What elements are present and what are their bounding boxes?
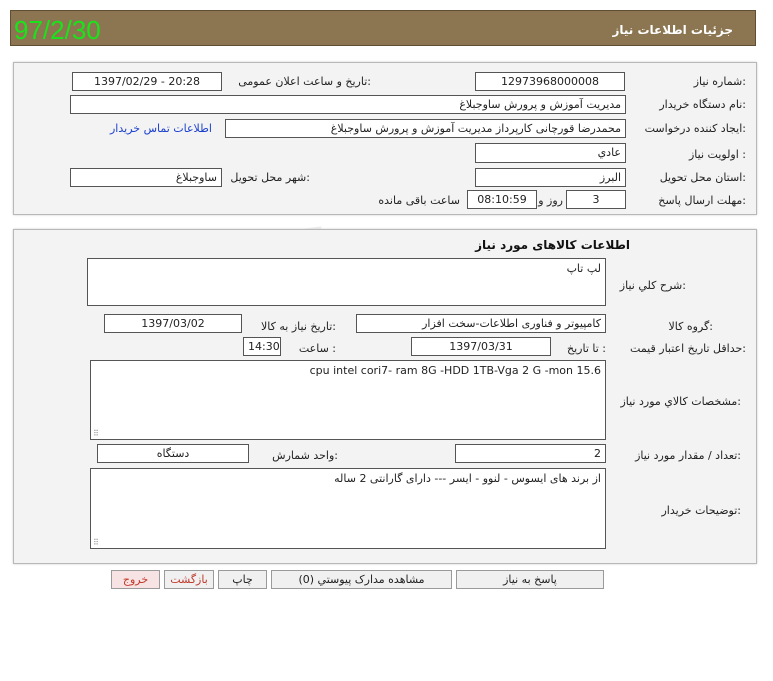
unit-field: دستگاه [97,444,249,463]
attachments-button[interactable]: مشاهده مدارک پیوستي (0) [271,570,452,589]
specs-label: مشخصات کالاي مورد نیاز: [620,395,741,408]
city-field: ساوجبلاغ [70,168,222,187]
buyer-field: مدیریت آموزش و پرورش ساوجبلاغ [70,95,626,114]
desc-text: لپ تاپ [566,262,601,275]
need-date-label: تاریخ نیاز به کالا: [261,320,336,333]
unit-label: واحد شمارش: [272,449,338,462]
page-title: جزئیات اطلاعات نیاز [612,23,733,37]
desc-field: لپ تاپ [87,258,606,306]
priority-field: عادي [475,143,626,163]
creator-field: محمدرضا قورچانی کارپرداز مدیریت آموزش و … [225,119,626,138]
until-date-field: 1397/03/31 [411,337,551,356]
time-remaining-field: 08:10:59 [467,190,537,209]
header-date-stamp: 97/2/30 [14,15,101,45]
group-field: کامپیوتر و فناوری اطلاعات-سخت افزار [356,314,606,333]
days-unit-label: روز و [538,194,563,207]
need-number-field: 12973968000008 [475,72,625,91]
resize-grip-icon: ⠿ [93,538,99,547]
specs-field: cpu intel cori7- ram 8G -HDD 1TB-Vga 2 G… [90,360,606,440]
need-number-label: شماره نیاز: [693,75,746,88]
qty-label: تعداد / مقدار مورد نیاز: [635,449,741,462]
days-field: 3 [566,190,626,209]
hour-field: 14:30 [243,337,281,356]
creator-label: ایجاد کننده درخواست: [644,122,746,135]
resize-grip-icon: ⠿ [93,429,99,438]
exit-button[interactable]: خروج [111,570,160,589]
page-header: 97/2/30 جزئیات اطلاعات نیاز [10,10,756,46]
announce-field: 1397/02/29 - 20:28 [72,72,222,91]
reply-button[interactable]: پاسخ به نیاز [456,570,604,589]
city-label: شهر محل تحویل: [230,171,310,184]
qty-field: 2 [455,444,606,463]
priority-label: اولویت نیاز : [688,148,746,161]
buyer-notes-text: از برند های ایسوس - لنوو - ایسر --- دارا… [334,472,601,485]
time-unit-label: ساعت باقی مانده [378,194,460,207]
specs-text: cpu intel cori7- ram 8G -HDD 1TB-Vga 2 G… [309,364,601,377]
validity-label: حداقل تاریخ اعتبار قیمت: [630,342,746,355]
need-date-field: 1397/03/02 [104,314,242,333]
desc-label: شرح کلي نیاز: [619,279,686,292]
goods-section-title: اطلاعات کالاهای مورد نیاز [475,238,630,252]
province-field: البرز [475,168,626,187]
back-button[interactable]: بازگشت [164,570,214,589]
hour-label: ساعت : [298,342,336,355]
buyer-label: نام دستگاه خریدار: [659,98,746,111]
province-label: استان محل تحویل: [659,171,746,184]
announce-label: تاریخ و ساعت اعلان عمومی: [238,75,371,88]
buyer-notes-field: از برند های ایسوس - لنوو - ایسر --- دارا… [90,468,606,549]
until-date-label: تا تاریخ : [567,342,606,355]
deadline-label: مهلت ارسال پاسخ: [658,194,746,207]
buyer-notes-label: توضیحات خریدار: [661,504,742,517]
buyer-contact-link[interactable]: اطلاعات تماس خریدار [110,122,212,135]
group-label: گروه کالا: [668,320,713,333]
print-button[interactable]: چاپ [218,570,267,589]
